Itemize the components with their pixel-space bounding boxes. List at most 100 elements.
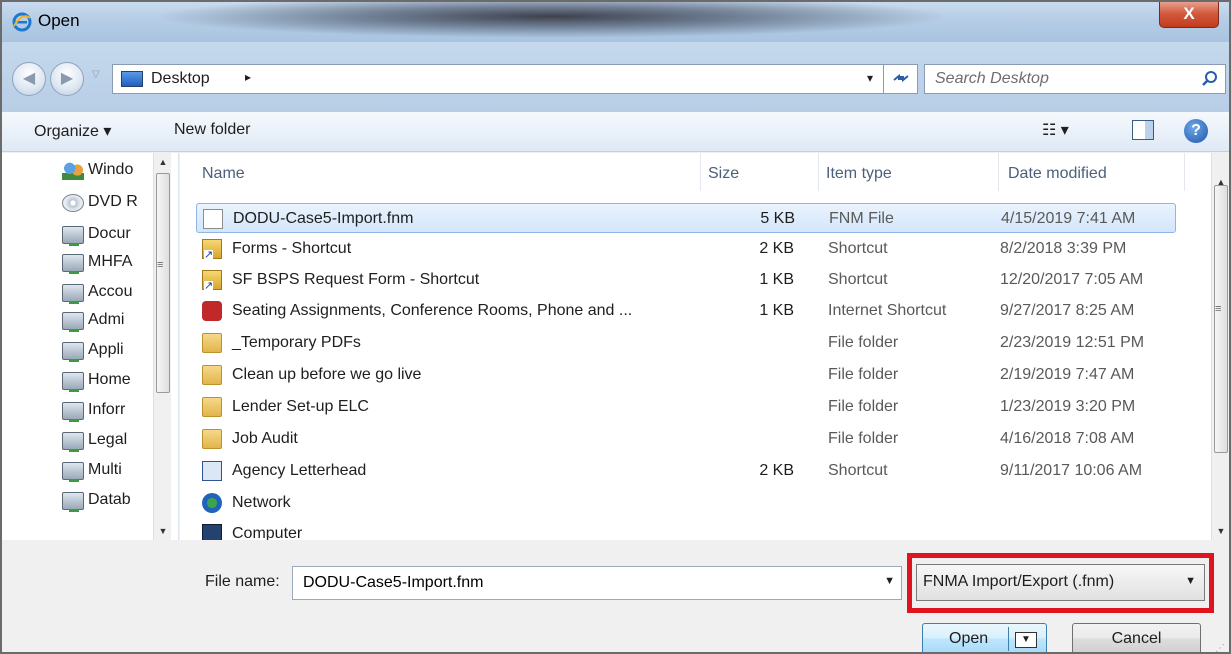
file-size: 2 KB [759,240,794,257]
new-folder-button[interactable]: New folder [174,121,250,139]
nav-item-legal[interactable]: Legal [62,429,152,455]
title-bar-glass [152,2,952,38]
file-size: 2 KB [759,462,794,479]
file-date: 2/23/2019 12:51 PM [1000,334,1145,351]
nav-item-windows[interactable]: Windo [62,159,152,185]
file-row[interactable]: Seating Assignments, Conference Rooms, P… [196,296,1176,326]
column-header-type[interactable]: Item type [818,153,998,193]
resize-grip-icon[interactable]: ⋰ [1215,643,1225,652]
file-name: DODU-Case5-Import.fnm [233,210,414,227]
file-list: Name Size Item type ▼ Date modified DODU… [180,153,1229,540]
file-size: 1 KB [759,271,794,288]
open-options-dropdown-icon[interactable]: ▼ [1015,632,1037,648]
file-row[interactable]: SF BSPS Request Form - Shortcut 1 KB Sho… [196,265,1176,295]
nav-item-information[interactable]: Inforr [62,399,152,425]
open-button[interactable]: Open ▼ [922,623,1047,652]
network-drive-icon [62,432,84,452]
file-type: Shortcut [828,271,888,288]
address-dropdown-icon[interactable]: ▾ [867,71,873,85]
split-divider [1008,627,1009,651]
close-button[interactable]: X [1159,2,1219,28]
help-icon[interactable]: ? [1184,119,1208,143]
refresh-button[interactable] [883,64,917,94]
file-date: 4/16/2018 7:08 AM [1000,430,1135,447]
chevron-down-icon[interactable]: ▼ [1185,575,1196,587]
search-placeholder: Search Desktop [935,70,1049,87]
file-list-scroll-thumb[interactable] [1214,185,1228,453]
nav-item-database[interactable]: Datab [62,489,152,515]
file-type: File folder [828,430,899,447]
file-date: 4/15/2019 7:41 AM [1001,210,1136,227]
file-row[interactable]: DODU-Case5-Import.fnm 5 KB FNM File 4/15… [196,203,1176,233]
scroll-down-icon[interactable]: ▼ [1212,526,1229,536]
nav-item-label: Accou [88,283,133,300]
nav-item-multi[interactable]: Multi [62,459,152,485]
title-bar[interactable]: Open X [2,2,1229,42]
column-divider[interactable] [1184,153,1185,191]
folder-icon [202,333,222,353]
chevron-down-icon[interactable]: ▼ [884,575,895,587]
column-header-size[interactable]: Size [700,153,818,193]
organize-menu[interactable]: Organize ▾ [34,121,111,141]
nav-scrollbar[interactable]: ▲ ≡ ▼ [153,153,171,540]
address-bar[interactable]: Desktop ▸ ▾ [112,64,918,94]
file-size: 1 KB [759,302,794,319]
file-date: 2/19/2019 7:47 AM [1000,366,1135,383]
file-name: SF BSPS Request Form - Shortcut [232,271,480,288]
back-arrow-icon: ◀ [22,70,36,87]
nav-item-admin[interactable]: Admi [62,309,152,335]
file-row[interactable]: _Temporary PDFs File folder 2/23/2019 12… [196,328,1176,358]
file-name: Computer [232,525,303,540]
recent-locations-dropdown[interactable]: ▽ [92,69,108,85]
scroll-up-icon[interactable]: ▲ [154,157,172,167]
file-type-select[interactable]: FNMA Import/Export (.fnm) ▼ [916,564,1205,601]
cancel-button[interactable]: Cancel [1072,623,1201,652]
column-header-name[interactable]: Name [180,153,700,193]
file-row[interactable]: Computer [196,519,1176,540]
file-row[interactable]: Agency Letterhead 2 KB Shortcut 9/11/201… [196,456,1176,486]
column-header-date[interactable]: ▼ Date modified [998,153,1184,193]
document-icon [203,209,223,229]
network-drive-icon [62,312,84,332]
shortcut-icon [202,239,222,260]
nav-item-documents[interactable]: Docur [62,223,152,249]
nav-item-dvd[interactable]: DVD R [62,191,152,217]
preview-pane-icon[interactable] [1132,120,1154,140]
dvd-drive-icon [62,194,84,212]
network-drive-icon [62,342,84,362]
nav-item-home[interactable]: Home [62,369,152,395]
desktop-icon [121,71,143,87]
nav-item-mhfa[interactable]: MHFA [62,251,152,277]
file-name: Job Audit [232,430,298,447]
file-row[interactable]: Forms - Shortcut 2 KB Shortcut 8/2/2018 … [196,234,1176,264]
breadcrumb-chevron-icon[interactable]: ▸ [245,70,251,84]
search-box[interactable]: Search Desktop [924,64,1226,94]
nav-item-accounting[interactable]: Accou [62,281,152,307]
file-list-scrollbar[interactable]: ▲ ≡ ▼ [1211,153,1229,540]
folder-icon [202,397,222,417]
file-date: 1/23/2019 3:20 PM [1000,398,1136,415]
address-row: ◀ ▶ ▽ Desktop ▸ ▾ Search Desktop [2,42,1229,112]
file-name-input[interactable] [293,567,873,599]
file-row[interactable]: Lender Set-up ELC File folder 1/23/2019 … [196,392,1176,422]
file-type-value: FNMA Import/Export (.fnm) [923,573,1115,590]
network-drive-icon [62,402,84,422]
nav-scroll-thumb[interactable] [156,173,170,393]
search-icon[interactable] [1201,70,1219,88]
file-row[interactable]: Network [196,488,1176,518]
nav-item-label: DVD R [88,193,138,210]
file-name-field[interactable]: ▼ [292,566,902,600]
scroll-down-icon[interactable]: ▼ [154,526,172,536]
file-row[interactable]: Job Audit File folder 4/16/2018 7:08 AM [196,424,1176,454]
forward-button[interactable]: ▶ [50,62,84,96]
column-date-label: Date modified [1008,165,1107,182]
nav-item-applications[interactable]: Appli [62,339,152,365]
back-button[interactable]: ◀ [12,62,46,96]
file-type: Shortcut [828,462,888,479]
change-view-button[interactable]: ☷ ▾ [1042,120,1084,144]
file-date: 12/20/2017 7:05 AM [1000,271,1144,288]
address-location[interactable]: Desktop [151,70,210,88]
file-row[interactable]: Clean up before we go live File folder 2… [196,360,1176,390]
network-drive-icon [62,372,84,392]
refresh-icon [892,73,909,83]
